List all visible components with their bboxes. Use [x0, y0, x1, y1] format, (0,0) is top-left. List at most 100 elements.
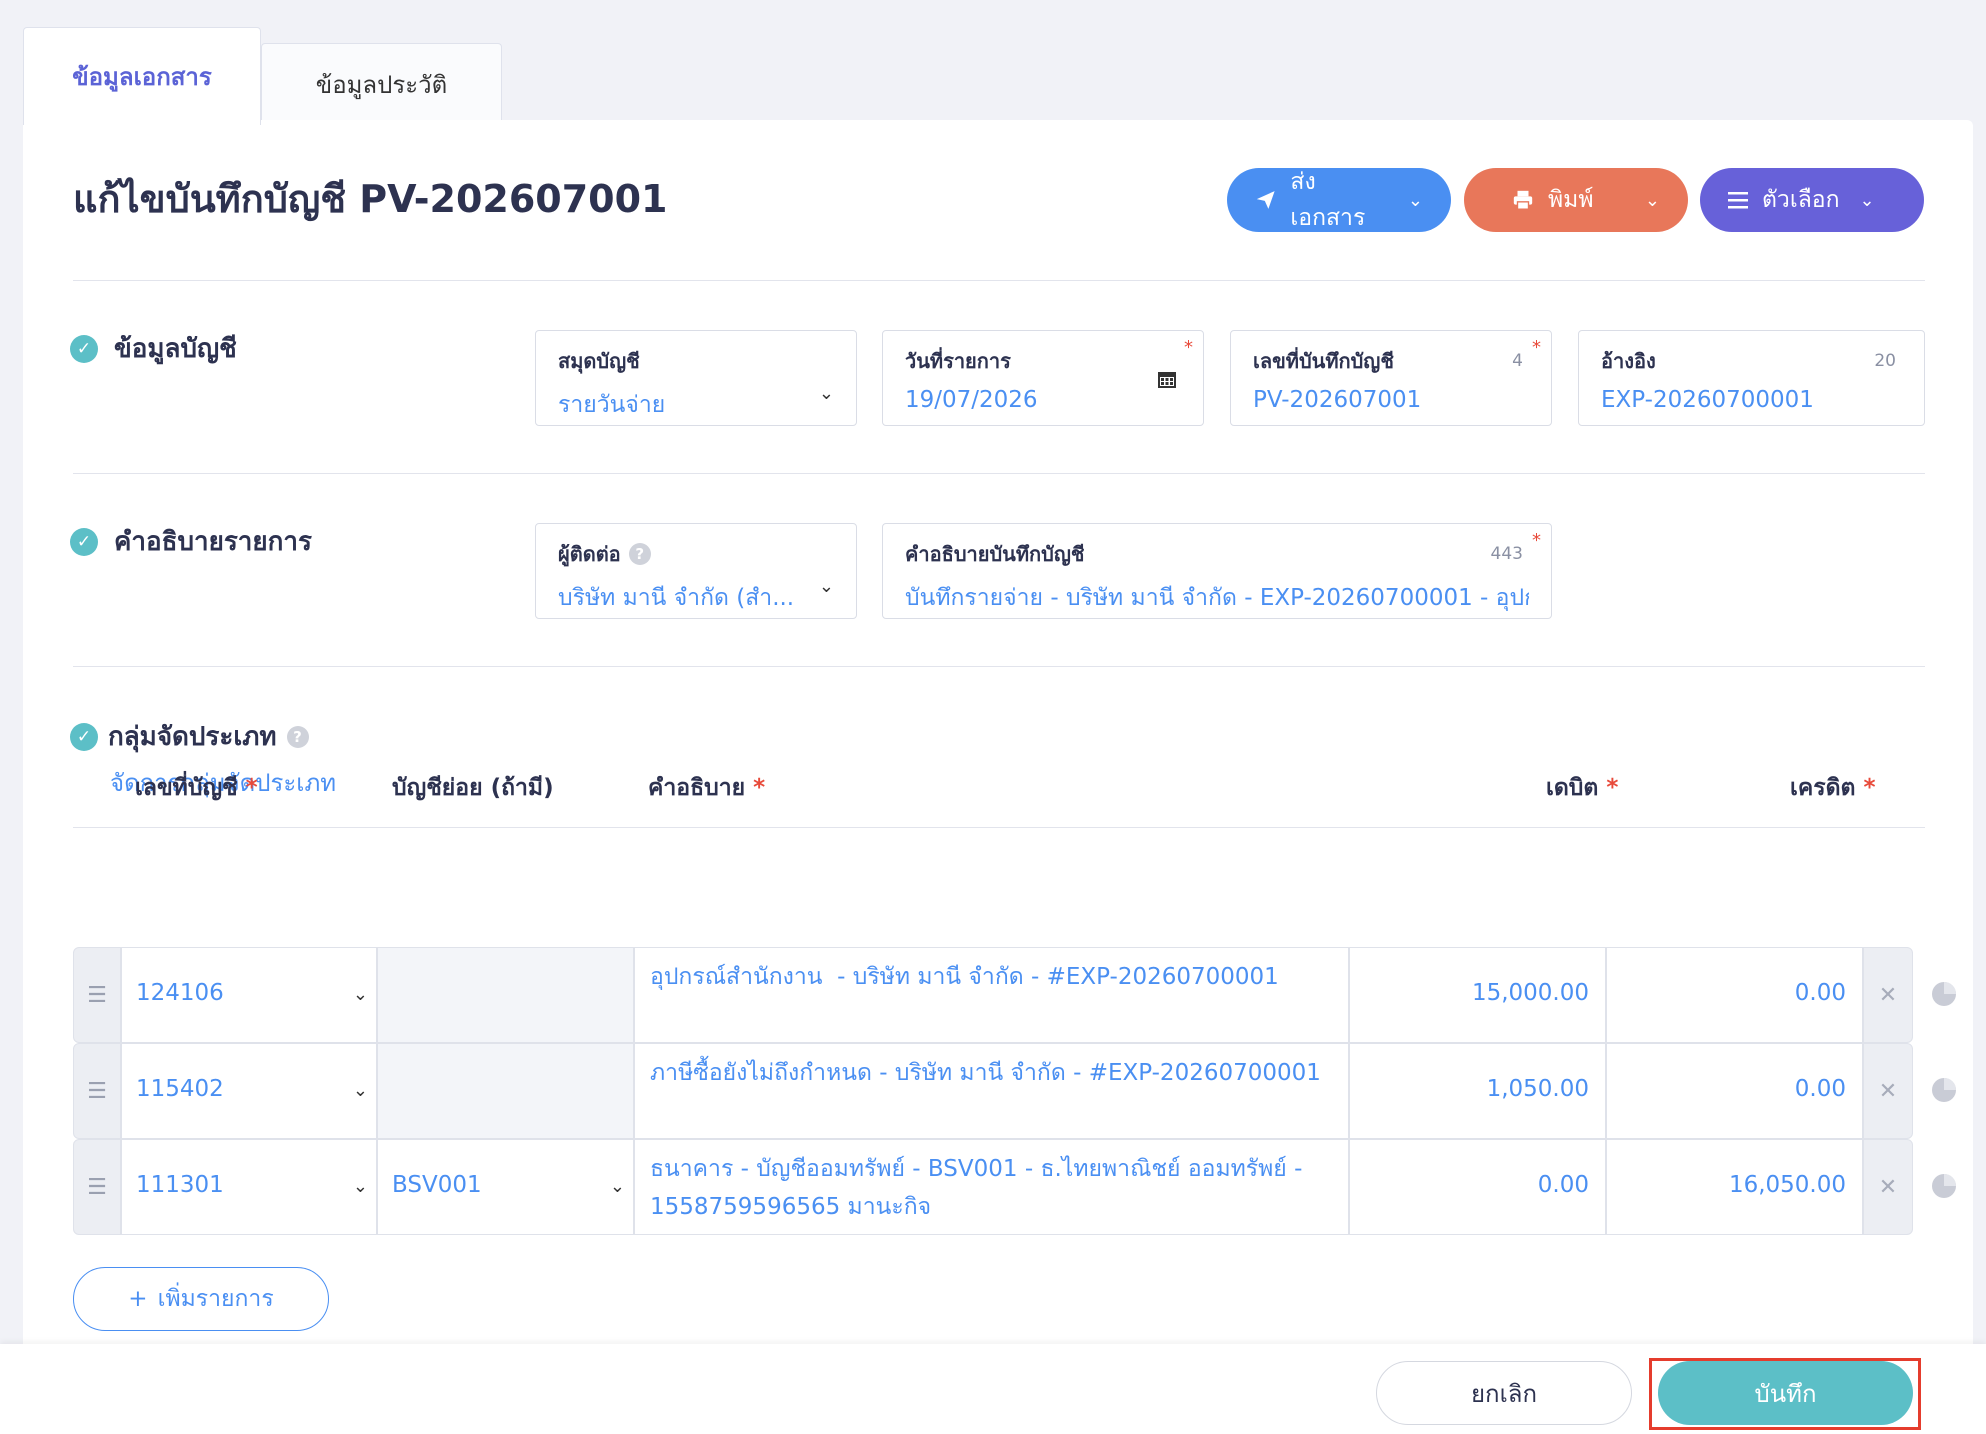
- line-description-input[interactable]: ภาษีซื้อยังไม่ถึงกำหนด - บริษัท มานี จำก…: [634, 1043, 1349, 1139]
- debit-input[interactable]: 15,000.00: [1349, 947, 1606, 1043]
- required-mark: *: [1184, 337, 1193, 358]
- col-header-account: เลขที่บัญชี *: [135, 775, 258, 801]
- field-value: บันทึกรายจ่าย - บริษัท มานี จำกัด - EXP-…: [905, 585, 1529, 611]
- col-header-description: คำอธิบาย *: [648, 775, 766, 801]
- field-label: ผู้ติดต่อ ?: [558, 538, 834, 570]
- transaction-date-field[interactable]: วันที่รายการ 19/07/2026 *: [882, 330, 1204, 426]
- required-mark: *: [1532, 337, 1541, 358]
- field-label: วันที่รายการ: [905, 349, 1011, 373]
- col-header-credit: เครดิต *: [1790, 775, 1876, 801]
- chevron-down-icon: ⌄: [609, 1176, 625, 1197]
- debit-input[interactable]: 1,050.00: [1349, 1043, 1606, 1139]
- pie-chart-icon[interactable]: [1930, 1076, 1958, 1104]
- check-circle-icon: ✓: [70, 527, 98, 556]
- table-row: ☰ 124106 ⌄ อุปกรณ์สำนักงาน - บริษัท มานี …: [73, 947, 1956, 1043]
- contact-label: ผู้ติดต่อ: [558, 542, 621, 566]
- tab-document-info[interactable]: ข้อมูลเอกสาร: [23, 27, 261, 125]
- reference-field[interactable]: อ้างอิง EXP-20260700001 20: [1578, 330, 1925, 426]
- credit-input[interactable]: 0.00: [1606, 947, 1863, 1043]
- chevron-down-icon[interactable]: ⌄: [1645, 190, 1660, 211]
- question-icon[interactable]: ?: [286, 725, 309, 748]
- subaccount-select[interactable]: [377, 1043, 634, 1139]
- contact-select[interactable]: ผู้ติดต่อ ? บริษัท มานี จำกัด (สำ... ⌄: [535, 523, 857, 619]
- field-label: สมุดบัญชี: [558, 349, 640, 373]
- line-description-input[interactable]: ธนาคาร - บัญชีออมทรัพย์ - BSV001 - ธ.ไทย…: [634, 1139, 1349, 1235]
- drag-handle-icon[interactable]: ☰: [73, 1043, 121, 1139]
- drag-handle-icon[interactable]: ☰: [73, 947, 121, 1043]
- chevron-down-icon: ⌄: [352, 1080, 368, 1101]
- field-value: บริษัท มานี จำกัด (สำ...: [558, 585, 795, 611]
- divider: [73, 827, 1925, 828]
- close-icon[interactable]: ✕: [1863, 947, 1913, 1043]
- cancel-button[interactable]: ยกเลิก: [1376, 1361, 1632, 1425]
- char-count: 20: [1874, 351, 1896, 371]
- printer-icon: [1513, 190, 1533, 210]
- options-label: ตัวเลือก: [1762, 187, 1840, 213]
- drag-handle-icon[interactable]: ☰: [73, 1139, 121, 1235]
- print-button[interactable]: พิมพ์ ⌄: [1464, 168, 1688, 232]
- account-select[interactable]: 124106 ⌄: [121, 947, 377, 1043]
- chevron-down-icon: ⌄: [818, 383, 834, 404]
- footer-bar: ยกเลิก บันทึก: [0, 1344, 1986, 1434]
- pie-chart-icon[interactable]: [1930, 980, 1958, 1008]
- divider: [73, 473, 1925, 474]
- field-label: อ้างอิง: [1601, 349, 1656, 373]
- credit-input[interactable]: 16,050.00: [1606, 1139, 1863, 1235]
- divider: [73, 666, 1925, 667]
- chevron-down-icon: ⌄: [818, 576, 834, 597]
- tab-history[interactable]: ข้อมูลประวัติ: [261, 43, 502, 124]
- field-value: PV-202607001: [1253, 387, 1422, 413]
- table-row: ☰ 115402 ⌄ ภาษีซื้อยังไม่ถึงกำหนด - บริษั…: [73, 1043, 1956, 1139]
- table-row: ☰ 111301 ⌄ BSV001 ⌄ ธนาคาร - บัญชีออมทรัพย…: [73, 1139, 1956, 1235]
- close-icon[interactable]: ✕: [1863, 1043, 1913, 1139]
- section-title: ข้อมูลบัญชี: [114, 334, 237, 364]
- check-circle-icon: ✓: [70, 722, 98, 751]
- options-button[interactable]: ตัวเลือก ⌄: [1700, 168, 1924, 232]
- section-title: คำอธิบายรายการ: [114, 527, 312, 557]
- chevron-down-icon: ⌄: [352, 1176, 368, 1197]
- field-value: รายวันจ่าย: [558, 392, 666, 418]
- journal-book-select[interactable]: สมุดบัญชี รายวันจ่าย ⌄: [535, 330, 857, 426]
- field-label: คำอธิบายบันทึกบัญชี: [905, 542, 1085, 566]
- send-label: ส่งเอกสาร: [1290, 169, 1366, 231]
- chevron-down-icon: ⌄: [1859, 189, 1875, 211]
- debit-input[interactable]: 0.00: [1349, 1139, 1606, 1235]
- col-header-subaccount: บัญชีย่อย (ถ้ามี): [392, 775, 554, 801]
- subaccount-select[interactable]: BSV001 ⌄: [377, 1139, 634, 1235]
- field-value: EXP-20260700001: [1601, 387, 1814, 413]
- subaccount-select[interactable]: [377, 947, 634, 1043]
- check-circle-icon: ✓: [70, 334, 98, 363]
- save-button[interactable]: บันทึก: [1658, 1361, 1913, 1425]
- add-row-button[interactable]: + เพิ่มรายการ: [73, 1267, 329, 1331]
- char-count: 4: [1512, 351, 1523, 371]
- col-header-debit: เดบิต *: [1546, 775, 1619, 801]
- print-label: พิมพ์: [1548, 187, 1594, 213]
- menu-icon: [1728, 192, 1748, 209]
- paper-plane-icon: [1256, 191, 1275, 209]
- journal-description-field[interactable]: คำอธิบายบันทึกบัญชี บันทึกรายจ่าย - บริษ…: [882, 523, 1552, 619]
- section-description: ✓ คำอธิบายรายการ: [70, 521, 312, 562]
- line-description-input[interactable]: อุปกรณ์สำนักงาน - บริษัท มานี จำกัด - #E…: [634, 947, 1349, 1043]
- calendar-icon[interactable]: [1157, 369, 1177, 389]
- char-count: 443: [1490, 544, 1523, 564]
- account-select[interactable]: 115402 ⌄: [121, 1043, 377, 1139]
- section-title: กลุ่มจัดประเภท: [108, 722, 277, 752]
- question-icon[interactable]: ?: [628, 543, 651, 565]
- plus-icon: +: [128, 1286, 148, 1312]
- add-row-label: เพิ่มรายการ: [157, 1286, 274, 1312]
- send-document-button[interactable]: ส่งเอกสาร ⌄: [1227, 168, 1451, 232]
- chevron-down-icon: ⌄: [352, 984, 368, 1005]
- required-mark: *: [1532, 530, 1541, 551]
- credit-input[interactable]: 0.00: [1606, 1043, 1863, 1139]
- section-account-info: ✓ ข้อมูลบัญชี: [70, 328, 237, 369]
- chevron-down-icon: ⌄: [1407, 189, 1423, 211]
- pie-chart-icon[interactable]: [1930, 1172, 1958, 1200]
- field-label: เลขที่บันทึกบัญชี: [1253, 349, 1394, 373]
- divider: [73, 280, 1925, 281]
- page-title: แก้ไขบันทึกบัญชี PV-202607001: [73, 177, 668, 221]
- field-value: 19/07/2026: [905, 387, 1038, 413]
- account-select[interactable]: 111301 ⌄: [121, 1139, 377, 1235]
- close-icon[interactable]: ✕: [1863, 1139, 1913, 1235]
- section-group: ✓ กลุ่มจัดประเภท ?: [70, 716, 309, 757]
- journal-number-field[interactable]: เลขที่บันทึกบัญชี PV-202607001 4 *: [1230, 330, 1552, 426]
